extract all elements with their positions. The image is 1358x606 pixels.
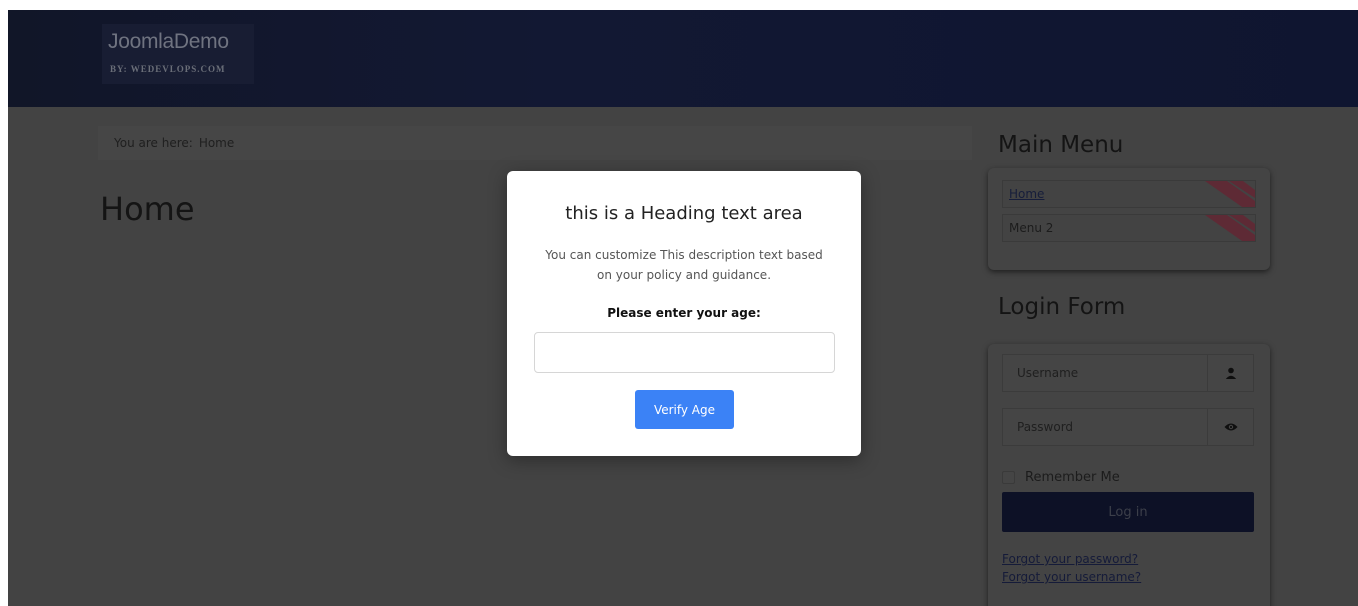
breadcrumb-current: Home (198, 136, 235, 150)
page-title: Home (100, 190, 195, 228)
modal-description: You can customize This description text … (545, 248, 823, 282)
remember-me-label: Remember Me (1025, 470, 1120, 485)
login-form-title: Login Form (998, 294, 1126, 320)
menu-item-label: Home (1009, 187, 1045, 201)
remember-me[interactable]: Remember Me (1002, 470, 1120, 485)
forgot-username-link[interactable]: Forgot your username? (1002, 570, 1141, 584)
modal-heading: this is a Heading text area (565, 203, 803, 224)
logo-title: JoomlaDemo (108, 30, 229, 53)
main-menu-card: Home Menu 2 (988, 168, 1270, 270)
password-placeholder: Password (1017, 420, 1074, 434)
main-menu-title: Main Menu (998, 132, 1124, 158)
username-placeholder: Username (1017, 366, 1079, 380)
menu-item-label: Menu 2 (1009, 221, 1054, 235)
breadcrumb-prefix: You are here: (114, 136, 193, 150)
site-header: JoomlaDemo BY: WEDEVLOPS.COM (8, 10, 1358, 107)
forgot-password-link[interactable]: Forgot your password? (1002, 552, 1138, 566)
site-logo[interactable]: JoomlaDemo BY: WEDEVLOPS.COM (102, 24, 254, 84)
sidebar: Main Menu Home Menu 2 Login Form Usernam… (988, 122, 1270, 606)
breadcrumb: You are here: Home (98, 126, 972, 160)
login-form-card: Username Password Remember Me Log in For… (988, 344, 1270, 606)
logo-subtitle: BY: WEDEVLOPS.COM (110, 64, 226, 74)
menu-item-home[interactable]: Home (1002, 180, 1256, 208)
eye-icon[interactable] (1207, 409, 1253, 445)
password-field[interactable]: Password (1002, 408, 1254, 446)
menu-stripe-decoration (1205, 181, 1255, 207)
remember-me-checkbox[interactable] (1002, 471, 1015, 484)
username-field[interactable]: Username (1002, 354, 1254, 392)
age-verification-modal: this is a Heading text area You can cust… (507, 171, 861, 456)
login-button[interactable]: Log in (1002, 492, 1254, 532)
menu-item-menu-2[interactable]: Menu 2 (1002, 214, 1256, 242)
age-label: Please enter your age: (607, 306, 761, 320)
verify-age-button[interactable]: Verify Age (635, 390, 734, 429)
menu-stripe-decoration (1205, 215, 1255, 241)
age-input[interactable] (534, 332, 835, 373)
user-icon (1207, 355, 1253, 391)
